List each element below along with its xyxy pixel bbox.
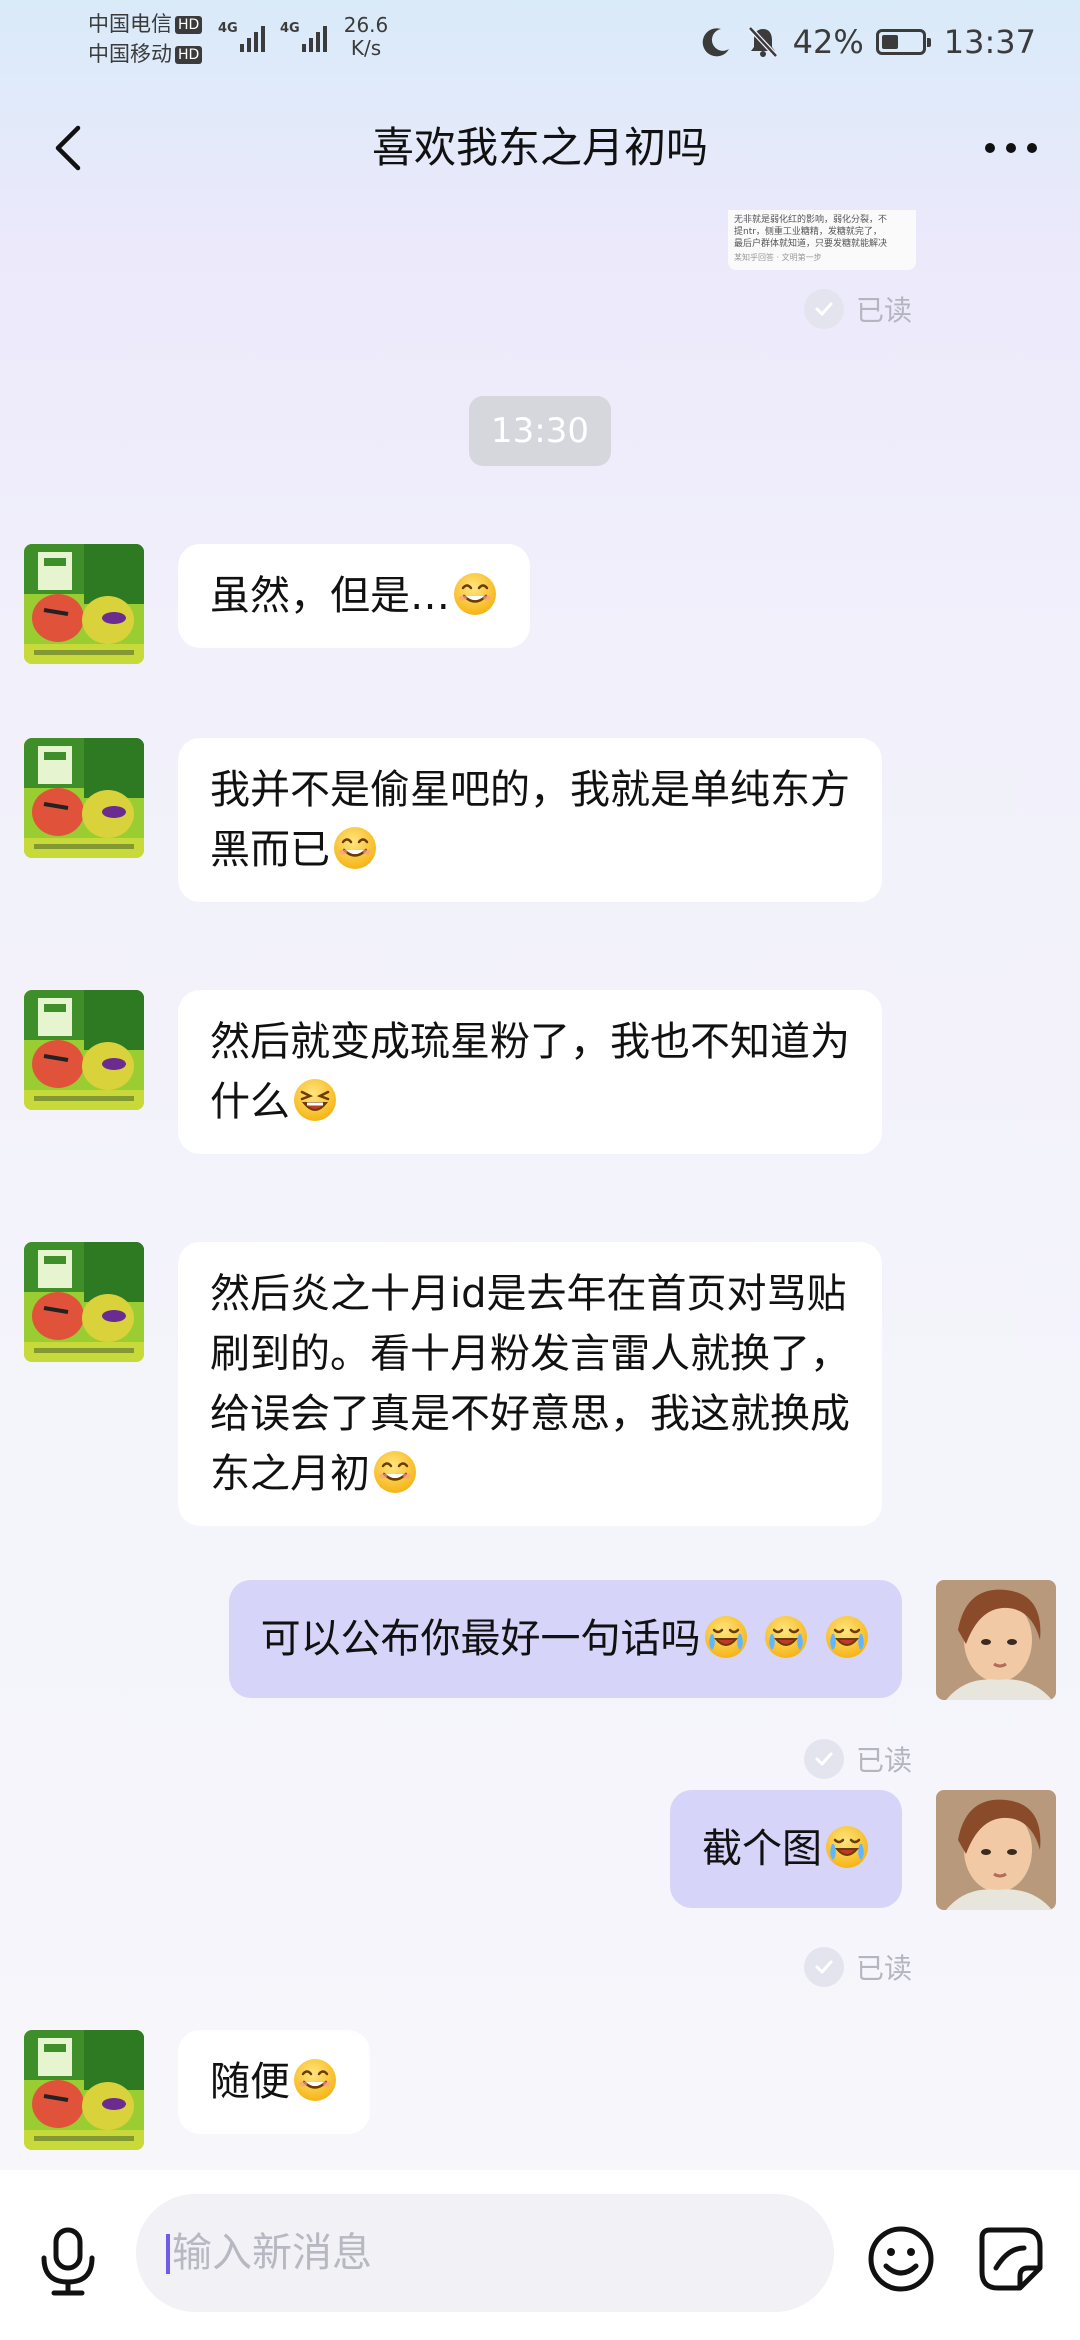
microphone-icon[interactable] [36, 2226, 100, 2296]
check-icon [803, 289, 844, 329]
read-label: 已读 [855, 1744, 912, 1777]
cry-laugh-emoji [824, 1824, 870, 1870]
my-avatar[interactable] [936, 1580, 1056, 1700]
more-dots-icon[interactable] [978, 118, 1044, 178]
text-caret [166, 2234, 170, 2274]
shared-image-text: 提ntr，侧重工业糖精，发糖就完了， [734, 227, 882, 237]
smile-emoji [332, 825, 378, 871]
contact-avatar[interactable] [24, 1242, 144, 1362]
battery-icon [875, 29, 931, 55]
chat-header: 喜欢我东之月初吗 [0, 100, 1080, 196]
moon-icon [702, 28, 729, 57]
signal-icon: 4G [280, 21, 327, 52]
outgoing-message[interactable]: 截个图 [670, 1790, 902, 1908]
incoming-message[interactable]: 虽然，但是… [178, 544, 530, 648]
message-input-placeholder: 输入新消息 [172, 2230, 372, 2276]
carrier-2: 中国移动 HD [88, 42, 203, 66]
cry-laugh-emoji [763, 1614, 809, 1660]
network-speed-unit: K/s [350, 36, 382, 60]
status-time: 13:37 [943, 23, 1036, 61]
laugh-emoji [292, 1077, 338, 1123]
shared-image-text: 无非就是弱化红的影响，弱化分裂，不 [734, 215, 888, 225]
smile-emoji [452, 571, 498, 617]
message-text: 黑而已 [210, 827, 330, 873]
incoming-message[interactable]: 我并不是偷星吧的，我就是单纯东方 黑而已 [178, 738, 882, 902]
my-avatar[interactable] [936, 1790, 1056, 1910]
emoji-icon[interactable] [866, 2224, 936, 2294]
status-right: 42% 13:37 [699, 20, 1036, 64]
incoming-message[interactable]: 然后就变成琉星粉了，我也不知道为 什么 [178, 990, 882, 1154]
input-bar: 输入新消息 [0, 2170, 1080, 2340]
signal-icon: 4G [218, 21, 265, 52]
message-text: 刷到的。看十月粉发言雷人就换了， [210, 1331, 850, 1377]
time-divider: 13:30 [469, 396, 611, 466]
contact-avatar[interactable] [24, 990, 144, 1110]
carrier-1-label: 中国电信 [88, 12, 172, 36]
read-receipt: 已读 [803, 1946, 912, 1988]
outgoing-message[interactable]: 可以公布你最好一句话吗 [228, 1580, 902, 1698]
message-text: 我并不是偷星吧的，我就是单纯东方 [210, 767, 850, 813]
back-arrow-icon[interactable] [40, 118, 100, 178]
contact-avatar[interactable] [24, 2030, 144, 2150]
message-text: 然后炎之十月id是去年在首页对骂贴 [210, 1271, 847, 1317]
check-icon [803, 1947, 844, 1987]
read-label: 已读 [855, 294, 912, 327]
contact-avatar[interactable] [24, 738, 144, 858]
hd-badge: HD [175, 16, 203, 34]
contact-avatar[interactable] [24, 544, 144, 664]
shared-image-message[interactable]: 无非就是弱化红的影响，弱化分裂，不 提ntr，侧重工业糖精，发糖就完了， 最后户… [728, 210, 916, 270]
message-text: 截个图 [702, 1826, 822, 1872]
network-type-label: 4G [218, 21, 238, 36]
chat-area[interactable]: 无非就是弱化红的影响，弱化分裂，不 提ntr，侧重工业糖精，发糖就完了， 最后户… [0, 196, 1080, 2166]
cry-laugh-emoji [703, 1614, 749, 1660]
read-receipt: 已读 [803, 288, 912, 330]
message-text: 虽然，但是… [210, 573, 450, 619]
bell-off-icon [747, 26, 778, 58]
battery-level [881, 35, 898, 49]
smile-emoji [292, 2057, 338, 2103]
read-receipt: 已读 [803, 1738, 912, 1780]
message-text: 然后就变成琉星粉了，我也不知道为 [210, 1019, 850, 1065]
battery-percent: 42% [792, 23, 864, 61]
smile-emoji [372, 1449, 418, 1495]
message-text: 随便 [210, 2059, 290, 2105]
network-type-label: 4G [280, 21, 300, 36]
incoming-message[interactable]: 然后炎之十月id是去年在首页对骂贴 刷到的。看十月粉发言雷人就换了， 给误会了真… [178, 1242, 882, 1526]
cry-laugh-emoji [824, 1614, 870, 1660]
message-text: 什么 [210, 1079, 290, 1125]
message-text: 可以公布你最好一句话吗 [260, 1616, 701, 1662]
network-speed: 26.6 K/s [340, 14, 392, 60]
sticker-icon[interactable] [976, 2224, 1046, 2294]
status-bar: 中国电信 HD 中国移动 HD 4G 4G 26.6 K/s 42% 13:37 [0, 0, 1080, 90]
message-text: 给误会了真是不好意思，我这就换成 [210, 1391, 850, 1437]
network-speed-value: 26.6 [343, 13, 389, 37]
message-text: 东之月初 [210, 1451, 370, 1497]
carrier-1: 中国电信 HD [88, 12, 203, 36]
shared-image-footer: 某知乎回答 · 文明第一步 [734, 253, 822, 262]
check-icon [803, 1739, 844, 1779]
hd-badge: HD [175, 46, 203, 64]
read-label: 已读 [855, 1952, 912, 1985]
shared-image-text: 最后户群体就知道，只要发糖就能解决 [734, 239, 888, 249]
chat-title: 喜欢我东之月初吗 [371, 123, 708, 172]
carrier-2-label: 中国移动 [88, 42, 172, 66]
incoming-message[interactable]: 随便 [178, 2030, 370, 2134]
